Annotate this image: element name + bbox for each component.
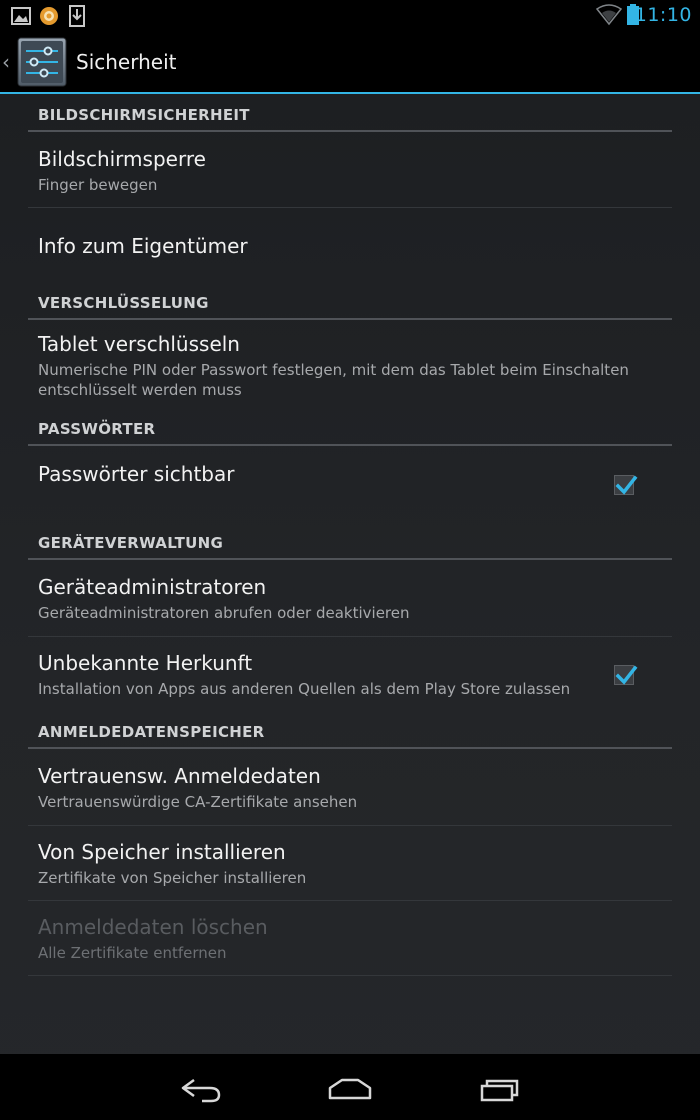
pref-trusted-credentials[interactable]: Vertrauensw. Anmeldedaten Vertrauenswürd… (28, 749, 672, 826)
pref-summary: Installation von Apps aus anderen Quelle… (38, 680, 571, 698)
pref-summary: Alle Zertifikate entfernen (38, 944, 227, 962)
pref-title: Tablet verschlüsseln (38, 332, 240, 356)
section-header-encryption: VERSCHLÜSSELUNG (28, 284, 672, 320)
home-icon[interactable] (320, 1066, 380, 1110)
download-notification-icon (69, 5, 85, 27)
recent-apps-icon[interactable] (470, 1066, 530, 1110)
section-header-device-admin: GERÄTEVERWALTUNG (28, 524, 672, 560)
navigation-bar (0, 1054, 700, 1120)
section-header-credential-storage: ANMELDEDATENSPEICHER (28, 713, 672, 749)
pref-summary: Finger bewegen (38, 176, 158, 194)
pref-owner-info[interactable]: Info zum Eigentümer (28, 208, 672, 284)
section-header-label: GERÄTEVERWALTUNG (38, 534, 224, 552)
up-caret-icon: ‹ (2, 50, 10, 74)
page-title: Sicherheit (76, 50, 177, 74)
pref-encrypt-tablet[interactable]: Tablet verschlüsseln Numerische PIN oder… (28, 320, 672, 410)
pref-device-administrators[interactable]: Geräteadministratoren Geräteadministrato… (28, 560, 672, 637)
pref-summary: Zertifikate von Speicher installieren (38, 869, 307, 887)
up-navigation-button[interactable]: ‹ Sicherheit (0, 32, 240, 92)
pref-title: Anmeldedaten löschen (38, 915, 268, 939)
show-passwords-checkbox[interactable] (614, 475, 638, 495)
pref-title: Info zum Eigentümer (38, 234, 248, 258)
checkmark-icon (615, 665, 638, 685)
gallery-notification-icon (11, 7, 31, 25)
pref-summary: Numerische PIN oder Passwort festlegen, … (38, 361, 629, 399)
unknown-sources-checkbox[interactable] (614, 665, 638, 685)
pref-screen-lock[interactable]: Bildschirmsperre Finger bewegen (28, 132, 672, 208)
pref-show-passwords[interactable]: Passwörter sichtbar (28, 446, 672, 524)
settings-screen: 11:10 ‹ Sicherheit BILDSCHIRMSICHERHEIT … (0, 0, 700, 1120)
settings-sliders-icon (17, 37, 67, 87)
section-header-label: VERSCHLÜSSELUNG (38, 294, 209, 312)
pref-install-from-storage[interactable]: Von Speicher installieren Zertifikate vo… (28, 826, 672, 901)
wifi-icon (596, 4, 622, 26)
pref-clear-credentials: Anmeldedaten löschen Alle Zertifikate en… (28, 901, 672, 976)
back-icon[interactable] (172, 1066, 232, 1110)
section-header-label: PASSWÖRTER (38, 420, 156, 438)
section-header-passwords: PASSWÖRTER (28, 410, 672, 446)
pref-title: Bildschirmsperre (38, 147, 206, 171)
status-time: 11:10 (634, 4, 692, 26)
section-header-label: ANMELDEDATENSPEICHER (38, 723, 265, 741)
pref-title: Passwörter sichtbar (38, 462, 235, 486)
pref-summary: Vertrauenswürdige CA-Zertifikate ansehen (38, 793, 358, 811)
app-notification-icon (40, 7, 58, 25)
pref-title: Geräteadministratoren (38, 575, 267, 599)
section-header-screen-security: BILDSCHIRMSICHERHEIT (28, 96, 672, 132)
pref-summary: Geräteadministratoren abrufen oder deakt… (38, 604, 410, 622)
pref-title: Vertrauensw. Anmeldedaten (38, 764, 321, 788)
section-header-label: BILDSCHIRMSICHERHEIT (38, 106, 250, 124)
pref-unknown-sources[interactable]: Unbekannte Herkunft Installation von App… (28, 637, 672, 713)
checkmark-icon (615, 475, 638, 495)
pref-title: Von Speicher installieren (38, 840, 286, 864)
pref-title: Unbekannte Herkunft (38, 651, 253, 675)
action-bar: ‹ Sicherheit (0, 32, 700, 94)
status-bar: 11:10 (0, 0, 700, 32)
